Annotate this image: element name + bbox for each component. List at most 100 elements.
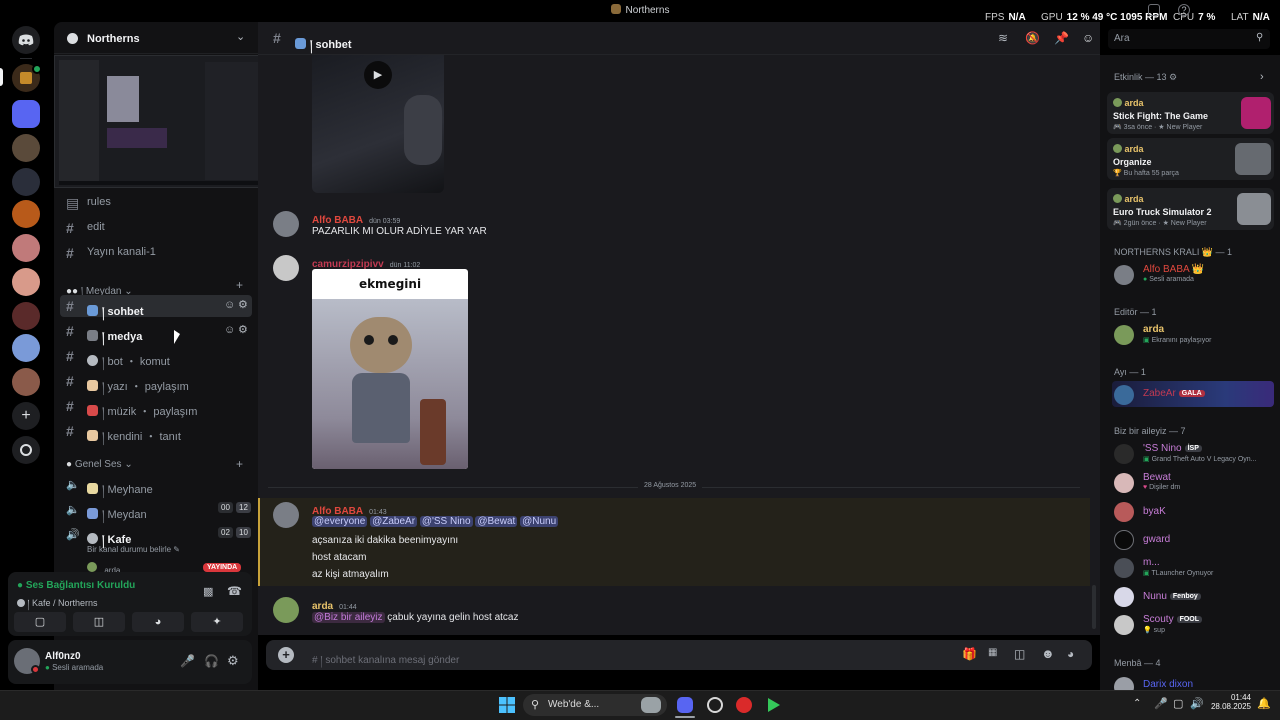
search-input[interactable]: Ara ⚲ — [1108, 29, 1270, 49]
activity-card[interactable]: arda Stick Fight: The Game 🎮 3sa önce · … — [1107, 92, 1274, 134]
headphones-icon[interactable]: 🎧 — [204, 654, 219, 668]
member-item[interactable]: Nunu Fenboy — [1114, 586, 1274, 608]
server-icon-7[interactable] — [12, 302, 40, 330]
notifications-muted-icon[interactable]: 🔕 — [1025, 31, 1040, 45]
category-genel-ses[interactable]: ● Genel Ses ⌄ — [66, 459, 133, 470]
mention-user[interactable]: @ZabeAr — [370, 516, 418, 527]
channel-sohbet[interactable]: # ། sohbet ☺ ⚙ — [60, 295, 252, 318]
avatar[interactable] — [273, 255, 299, 281]
server-icon-9[interactable] — [12, 368, 40, 396]
voice-member-row[interactable]: arda YAYINDA — [87, 562, 247, 572]
discover-icon[interactable] — [12, 436, 40, 464]
camera-off-button[interactable]: ▢ — [14, 612, 66, 632]
chevron-right-icon[interactable]: › — [1260, 71, 1264, 83]
server-header[interactable]: Northerns ⌄ — [54, 24, 258, 54]
start-icon[interactable] — [499, 697, 515, 713]
clock[interactable]: 01:44 28.08.2025 — [1207, 693, 1251, 711]
add-server-icon[interactable]: + — [12, 402, 40, 430]
member-item[interactable]: arda ▣ Ekranını paylaşıyor — [1114, 324, 1274, 346]
channel-edit[interactable]: # edit — [60, 217, 252, 239]
channel-muzik-paylasim[interactable]: # ། müzik ・ paylaşım — [60, 395, 252, 418]
notification-bell-icon[interactable]: 🔔 — [1257, 697, 1271, 710]
help-icon[interactable]: ? — [1178, 4, 1190, 16]
server-icon-blue[interactable] — [12, 100, 40, 128]
server-icon-3[interactable] — [12, 168, 40, 196]
member-list-icon[interactable]: ☺ — [1082, 31, 1094, 45]
volume-icon[interactable]: 🔊 — [1190, 697, 1204, 710]
play-store-icon[interactable] — [766, 697, 782, 713]
voice-channel-kafe[interactable]: 🔊 ། Kafe 02 10 — [60, 523, 252, 546]
member-item[interactable]: ZabeAr GALA — [1114, 384, 1274, 406]
gear-icon[interactable]: ⚙ — [227, 653, 239, 669]
invite-icon[interactable]: ☺ — [224, 299, 235, 311]
tray-chevron-icon[interactable]: ⌃ — [1133, 698, 1141, 709]
member-item[interactable]: 'SS Nino İSP ▣ Grand Theft Auto V Legacy O… — [1114, 443, 1274, 465]
username[interactable]: Alf0nz0 — [45, 651, 81, 662]
mention-user[interactable]: @'SS Nino — [419, 516, 473, 527]
emoji-icon[interactable]: ☻ — [1041, 646, 1055, 661]
microphone-tray-icon[interactable]: 🎤 — [1154, 697, 1168, 710]
server-icon-2[interactable] — [12, 134, 40, 162]
member-item[interactable]: Alfo BABA 👑 ● Sesli aramada — [1114, 264, 1274, 286]
member-item[interactable]: m... ▣ TLauncher Oynuyor — [1114, 557, 1274, 579]
screen-share-button[interactable]: ◫ — [73, 612, 125, 632]
app-taskbar-icon[interactable] — [707, 697, 723, 713]
avatar[interactable] — [273, 502, 299, 528]
member-item[interactable]: Bewat ♥ Dişiler dm — [1114, 472, 1274, 494]
attach-plus-icon[interactable]: + — [278, 647, 294, 663]
network-icon[interactable]: ▢ — [1173, 697, 1183, 710]
noise-suppression-icon[interactable]: ▩ — [203, 585, 213, 598]
disconnect-icon[interactable]: ☎ — [227, 584, 242, 598]
voice-channel-meydan[interactable]: 🔈 ། Meydan 00 12 — [60, 498, 252, 521]
channel-yayin-kanali[interactable]: # Yayın kanali-1 — [60, 242, 252, 264]
sticker-icon[interactable]: ◫ — [1014, 647, 1025, 661]
add-channel-icon[interactable]: + — [236, 457, 243, 471]
discord-home-icon[interactable] — [12, 26, 40, 54]
discord-taskbar-icon[interactable] — [677, 697, 693, 713]
member-item[interactable]: Scouty FOOL 💡 sup — [1114, 614, 1274, 636]
pin-icon[interactable]: 📌 — [1054, 31, 1069, 45]
channel-status-hint[interactable]: Bir kanal durumu belirle ✎ — [87, 545, 180, 554]
server-icon-8[interactable] — [12, 334, 40, 362]
server-icon-5[interactable] — [12, 234, 40, 262]
gear-icon[interactable]: ⚙ — [238, 298, 248, 311]
microphone-icon[interactable]: 🎤 — [180, 654, 195, 668]
activity-card[interactable]: arda Organize 🏆 Bu hafta 55 parça — [1107, 138, 1274, 180]
server-icon-6[interactable] — [12, 268, 40, 296]
voice-channel-meyhane[interactable]: 🔈 ། Meyhane — [60, 473, 252, 496]
voice-status[interactable]: ● Ses Bağlantısı Kuruldu — [17, 580, 135, 591]
message-author[interactable]: Alfo BABA — [312, 215, 363, 226]
avatar[interactable] — [273, 211, 299, 237]
channel-bot-komut[interactable]: # ། bot ・ komut — [60, 345, 252, 368]
server-icon-4[interactable] — [12, 200, 40, 228]
message-composer[interactable]: + # ། sohbet kanalına mesaj gönder 🎁 ▦ ◫… — [266, 640, 1092, 670]
add-channel-icon[interactable]: + — [236, 278, 243, 292]
activity-card[interactable]: arda Euro Truck Simulator 2 🎮 2gün önce … — [1107, 188, 1274, 230]
mention-user[interactable]: @Nunu — [520, 516, 559, 527]
role-mention[interactable]: @Biz bir aileyiz — [312, 612, 385, 623]
invite-icon[interactable]: ☺ — [224, 324, 235, 336]
threads-icon[interactable]: ≋ — [998, 31, 1008, 45]
channel-medya[interactable]: # ། medya ☺ ⚙ — [60, 320, 252, 343]
image-attachment[interactable]: ekmegini — [312, 269, 468, 469]
taskbar-search-input[interactable]: ⚲ Web'de &... — [523, 694, 667, 716]
member-item[interactable]: gward — [1114, 529, 1274, 551]
mention-everyone[interactable]: @everyone — [312, 516, 368, 527]
channel-kendini-tanit[interactable]: # ། kendini ・ tanıt — [60, 420, 252, 443]
gift-icon[interactable]: 🎁 — [962, 647, 977, 661]
avatar[interactable] — [273, 597, 299, 623]
inbox-icon[interactable] — [1148, 4, 1160, 16]
video-attachment[interactable]: ▶ — [312, 55, 444, 193]
channel-yazi-paylasim[interactable]: # ། yazı ・ paylaşım — [60, 370, 252, 393]
member-item[interactable]: Darix dixon — [1114, 676, 1274, 690]
message-author[interactable]: arda — [312, 601, 333, 612]
soundboard-button[interactable]: ✦ — [191, 612, 243, 632]
member-item[interactable]: byaK — [1114, 501, 1274, 523]
mention-user[interactable]: @Bewat — [475, 516, 518, 527]
apps-icon[interactable]: ◕ — [1067, 647, 1074, 661]
scrollbar[interactable] — [1092, 585, 1096, 629]
gif-icon[interactable]: ▦ — [988, 647, 997, 658]
play-icon[interactable]: ▶ — [364, 61, 392, 89]
gear-icon[interactable]: ⚙ — [238, 323, 248, 336]
channel-rules[interactable]: ▤ rules — [60, 192, 252, 214]
